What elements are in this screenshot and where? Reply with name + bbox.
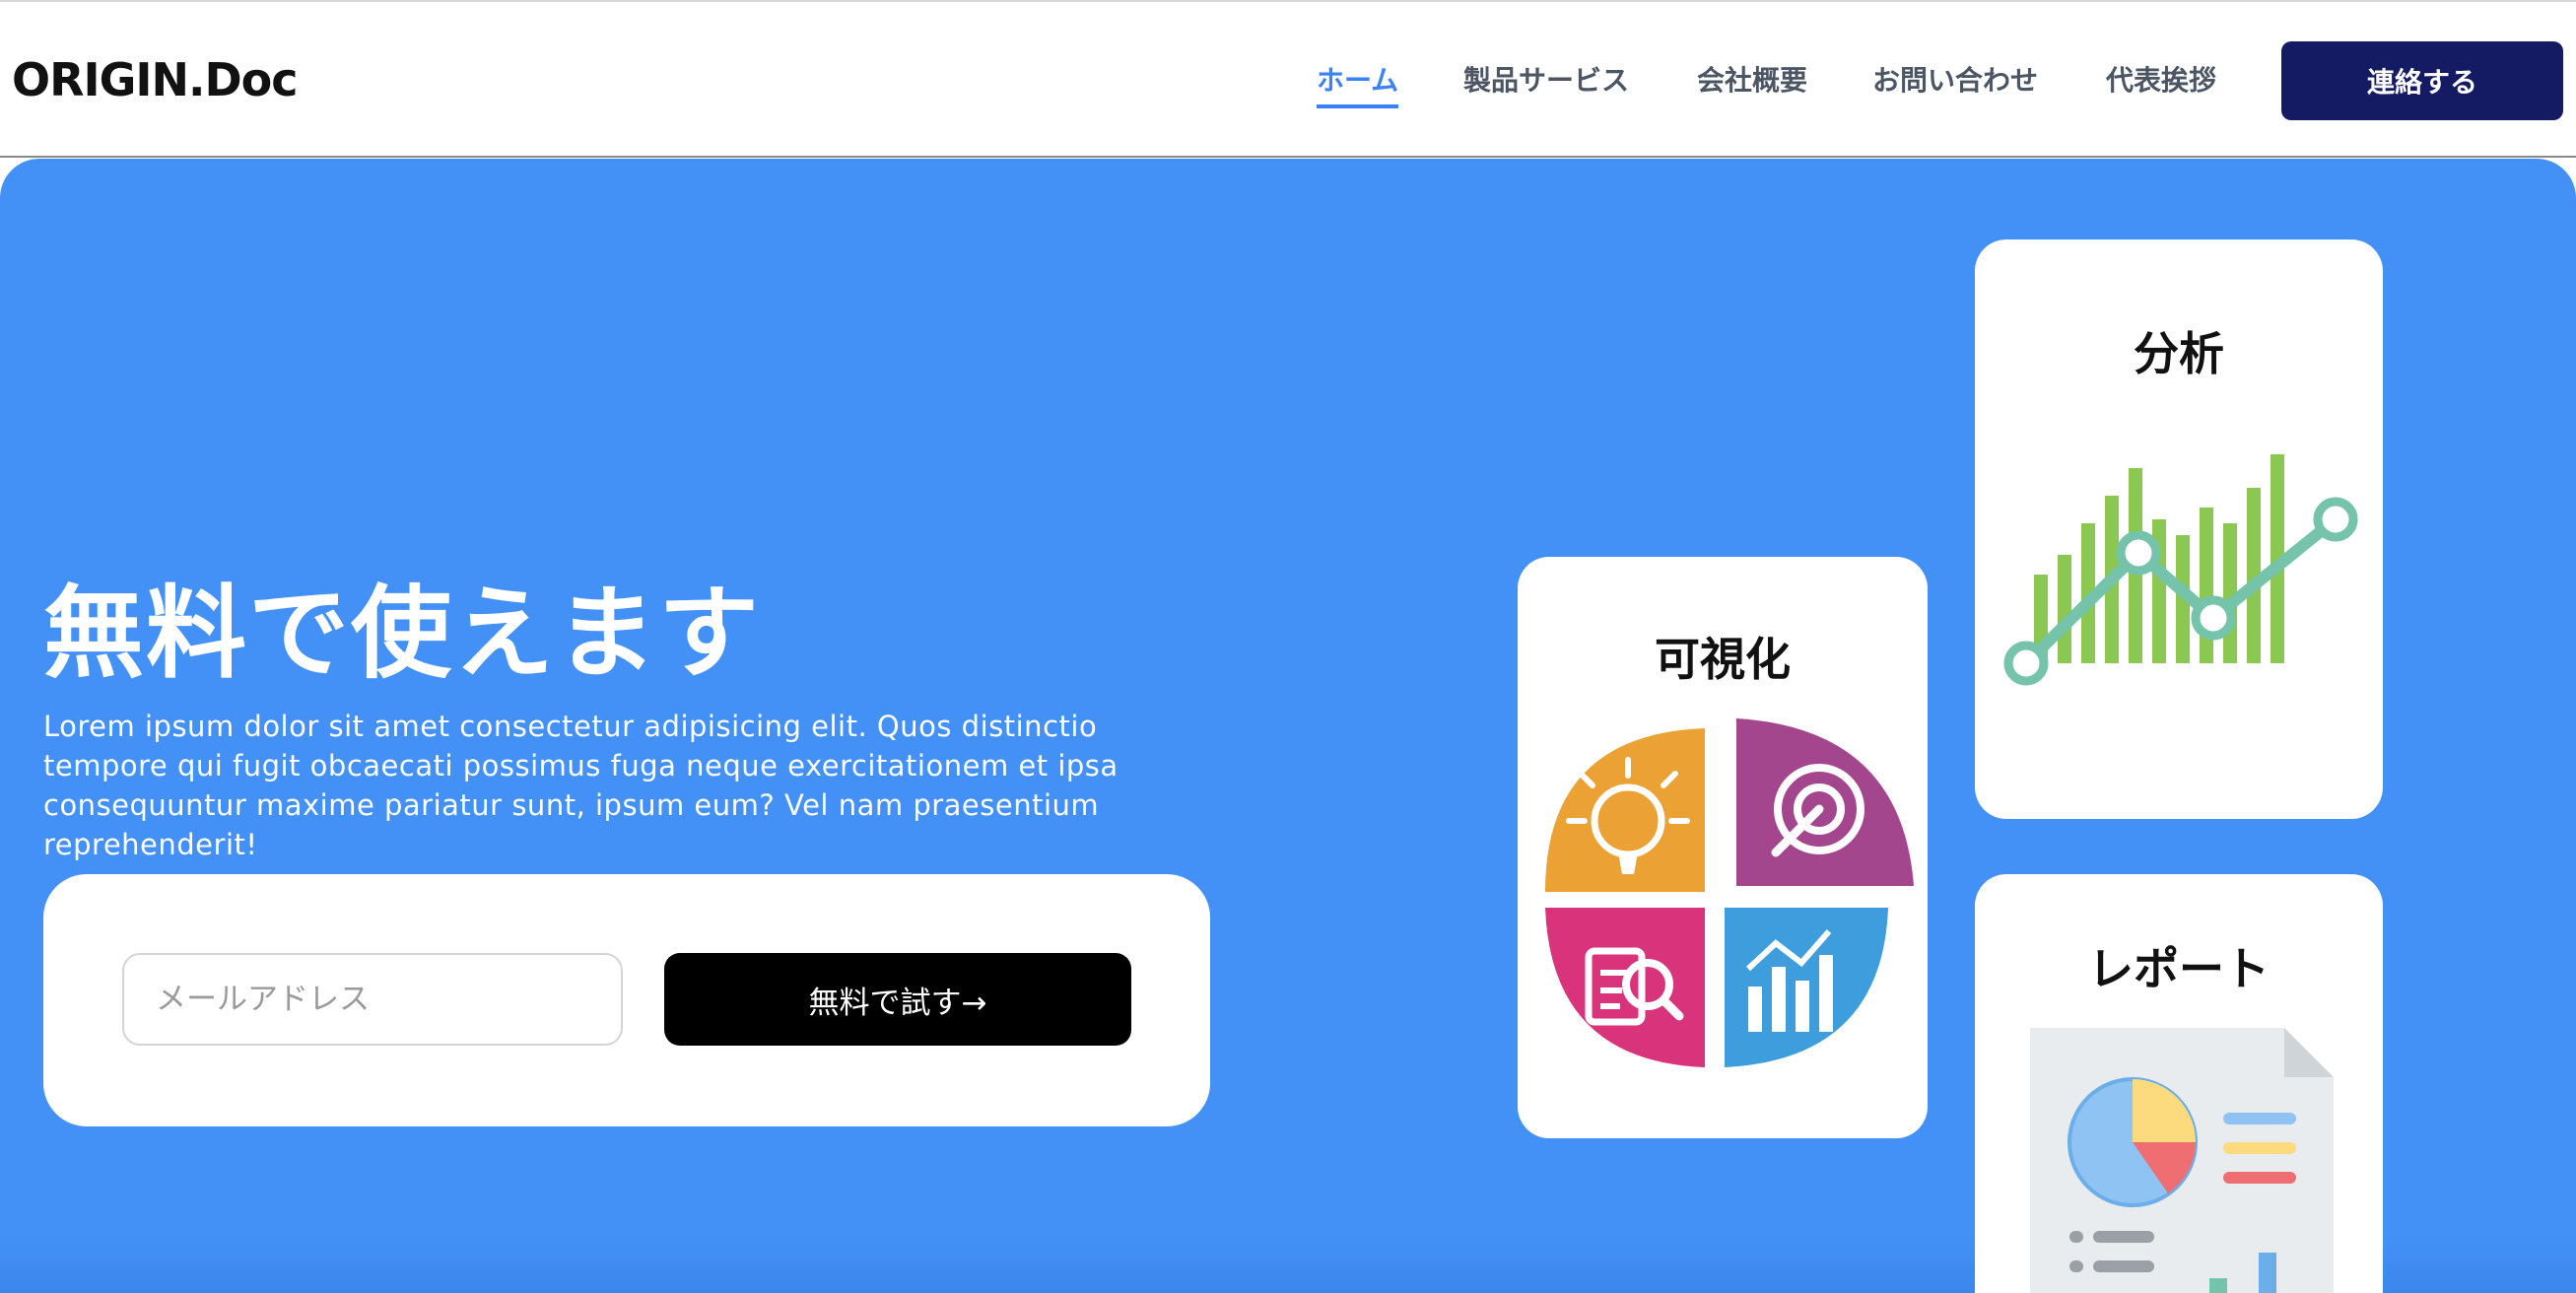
nav-item-company[interactable]: 会社概要 bbox=[1697, 59, 1807, 99]
nav-item-greeting[interactable]: 代表挨拶 bbox=[2106, 59, 2216, 99]
try-free-button[interactable]: 無料で試す→ bbox=[664, 953, 1131, 1046]
hero-section: 無料で使えます Lorem ipsum dolor sit amet conse… bbox=[0, 159, 2576, 1293]
report-document-icon bbox=[2030, 1028, 2334, 1293]
hero-title: 無料で使えます bbox=[43, 576, 761, 693]
card-visualize: 可視化 bbox=[1518, 557, 1928, 1138]
card-report: レポート bbox=[1975, 874, 2383, 1293]
quadrant-chart-icon bbox=[1545, 718, 1914, 1067]
card-title-report: レポート bbox=[2088, 942, 2270, 995]
contact-button[interactable]: 連絡する bbox=[2281, 41, 2563, 120]
card-analysis: 分析 bbox=[1975, 239, 2383, 819]
target-quadrant-icon bbox=[1736, 718, 1914, 886]
signup-form: 無料で試す→ bbox=[43, 874, 1210, 1126]
site-header: ORIGIN.Doc ホーム 製品サービス 会社概要 お問い合わせ 代表挨拶 連… bbox=[0, 2, 2576, 158]
analytics-chart-icon bbox=[2003, 454, 2358, 686]
nav-item-contact[interactable]: お問い合わせ bbox=[1872, 59, 2038, 99]
card-title-visualize: 可視化 bbox=[1655, 633, 1791, 686]
logo[interactable]: ORIGIN.Doc bbox=[12, 53, 299, 106]
nav-item-products[interactable]: 製品サービス bbox=[1463, 59, 1629, 99]
email-input[interactable] bbox=[122, 953, 623, 1046]
nav-item-home[interactable]: ホーム bbox=[1317, 59, 1399, 108]
hero-description: Lorem ipsum dolor sit amet consectetur a… bbox=[43, 710, 1119, 861]
card-title-analysis: 分析 bbox=[2134, 327, 2224, 380]
